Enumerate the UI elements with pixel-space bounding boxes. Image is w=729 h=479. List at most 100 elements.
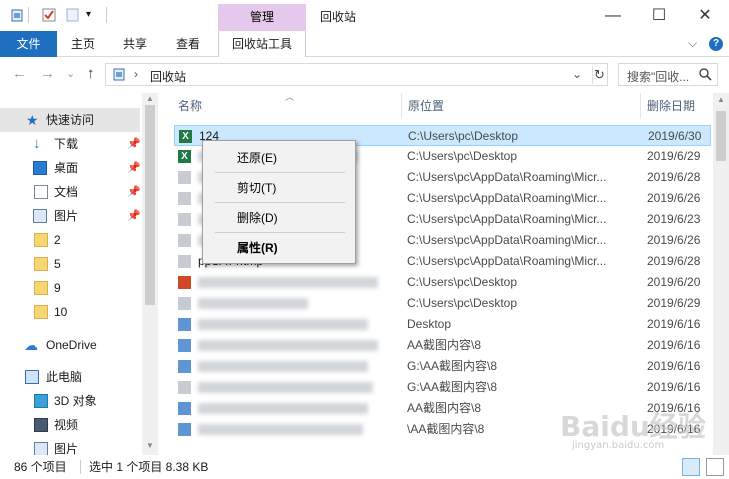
table-row[interactable]: Desktop 2019/6/16 (174, 314, 711, 335)
refresh-icon[interactable]: ↻ (594, 67, 605, 83)
tab-recycle-bin-tools[interactable]: 回收站工具 (218, 31, 306, 57)
original-location: G:\AA截图内容\8 (407, 359, 498, 373)
recent-locations-icon[interactable]: ⌄ (66, 67, 75, 80)
sidebar-item-label: 5 (54, 257, 61, 271)
sidebar-item-onedrive[interactable]: ☁ OneDrive (0, 333, 142, 357)
column-divider[interactable] (401, 93, 402, 119)
scrollbar-thumb[interactable] (716, 111, 726, 161)
sidebar-item-3d-objects[interactable]: 3D 对象 (0, 389, 142, 413)
sidebar-item-documents[interactable]: 文档 📌 (0, 180, 142, 204)
sidebar-item-folder-10[interactable]: 10 (0, 300, 142, 324)
up-arrow-icon[interactable]: ↑ (87, 65, 95, 82)
redacted-file-name (198, 319, 368, 330)
sidebar-item-label: 3D 对象 (54, 394, 97, 408)
customize-toolbar-icon[interactable]: ▾ (86, 8, 100, 22)
back-arrow-icon[interactable]: ← (12, 65, 27, 82)
maximize-button[interactable]: ☐ (636, 0, 682, 31)
address-bar[interactable]: › 回收站 ⌄ ↻ (105, 63, 608, 86)
address-dropdown-icon[interactable]: ⌄ (572, 67, 582, 81)
original-location: C:\Users\pc\AppData\Roaming\Micr... (407, 212, 607, 226)
folder-icon (34, 281, 48, 295)
tab-manage[interactable]: 管理 (218, 4, 306, 31)
file-icon (178, 423, 191, 436)
table-row[interactable]: G:\AA截图内容\8 2019/6/16 (174, 356, 711, 377)
table-row[interactable]: C:\Users\pc\Desktop 2019/6/29 (174, 293, 711, 314)
scroll-up-icon[interactable]: ▲ (146, 94, 154, 103)
pin-icon[interactable]: 📌 (127, 156, 141, 180)
sidebar-item-pc-pictures[interactable]: 图片 (0, 437, 142, 455)
sidebar-item-folder-5[interactable]: 5 (0, 252, 142, 276)
table-row[interactable]: C:\Users\pc\Desktop 2019/6/20 (174, 272, 711, 293)
sidebar-item-quick-access[interactable]: ★ 快速访问 (0, 108, 140, 132)
original-location: Desktop (407, 317, 452, 331)
menu-item-restore[interactable]: 还原(E) (203, 147, 355, 169)
status-bar: 86 个项目 选中 1 个项目 8.38 KB (0, 455, 729, 479)
folder-icon (34, 257, 48, 271)
file-icon (178, 255, 191, 268)
computer-icon (25, 370, 39, 384)
sidebar-item-downloads[interactable]: ↓ 下载 📌 (0, 132, 142, 156)
date-deleted: 2019/6/26 (647, 233, 701, 247)
search-input[interactable]: 搜索"回收... (627, 68, 689, 85)
forward-arrow-icon[interactable]: → (40, 65, 55, 82)
sidebar-item-label: 2 (54, 233, 61, 247)
tab-file[interactable]: 文件 (0, 31, 57, 57)
minimize-button[interactable]: — (590, 0, 636, 31)
divider (106, 7, 107, 23)
file-icon (178, 171, 191, 184)
pin-icon[interactable]: 📌 (127, 204, 141, 228)
column-header-name[interactable]: 名称 (178, 93, 202, 119)
original-location: C:\Users\pc\Desktop (407, 275, 518, 289)
details-view-icon[interactable] (682, 458, 700, 476)
tab-home[interactable]: 主页 (60, 31, 106, 57)
tab-view[interactable]: 查看 (165, 31, 211, 57)
ribbon-collapse-icon[interactable]: ⌵ (688, 36, 697, 51)
sidebar-item-videos[interactable]: 视频 (0, 413, 142, 437)
column-divider[interactable] (640, 93, 641, 119)
column-header-location[interactable]: 原位置 (408, 93, 444, 119)
large-icons-view-icon[interactable] (706, 458, 724, 476)
table-row[interactable]: G:\AA截图内容\8 2019/6/16 (174, 377, 711, 398)
sidebar-item-label: 快速访问 (46, 113, 95, 127)
file-list-scrollbar[interactable]: ▲ (713, 93, 729, 455)
folder-icon (34, 305, 48, 319)
help-icon[interactable]: ? (709, 37, 723, 51)
sidebar-item-folder-9[interactable]: 9 (0, 276, 142, 300)
date-deleted: 2019/6/29 (647, 296, 701, 310)
watermark-url: jingyan.baidu.com (572, 440, 665, 451)
sidebar-item-label: 图片 (54, 442, 79, 455)
sidebar-item-folder-2[interactable]: 2 (0, 228, 142, 252)
scrollbar-thumb[interactable] (145, 105, 155, 305)
scroll-up-icon[interactable]: ▲ (717, 95, 725, 104)
breadcrumb[interactable]: 回收站 (150, 68, 186, 85)
sidebar-item-label: 下载 (54, 137, 79, 151)
menu-item-delete[interactable]: 删除(D) (203, 207, 355, 229)
sidebar-scrollbar[interactable]: ▲ ▼ (142, 93, 158, 455)
search-box[interactable]: 搜索"回收... (618, 63, 718, 86)
menu-divider (215, 202, 345, 203)
scroll-down-icon[interactable]: ▼ (146, 441, 154, 450)
desktop-icon (33, 161, 47, 175)
menu-item-cut[interactable]: 剪切(T) (203, 177, 355, 199)
ribbon-tabs: 文件 主页 共享 查看 回收站工具 ⌵ ? (0, 31, 729, 57)
table-row[interactable]: AA截图内容\8 2019/6/16 (174, 335, 711, 356)
divider (592, 66, 593, 84)
properties-icon[interactable] (42, 8, 56, 22)
close-button[interactable]: ✕ (682, 0, 728, 31)
menu-divider (215, 232, 345, 233)
redacted-file-name (198, 424, 363, 435)
menu-item-properties[interactable]: 属性(R) (203, 237, 355, 259)
pin-icon[interactable]: 📌 (127, 132, 141, 156)
sidebar-item-this-pc[interactable]: 此电脑 (0, 365, 142, 389)
new-folder-icon[interactable] (66, 8, 80, 22)
search-icon[interactable] (699, 68, 712, 81)
divider (28, 7, 29, 23)
date-deleted: 2019/6/16 (647, 317, 701, 331)
pin-icon[interactable]: 📌 (127, 180, 141, 204)
sidebar-item-desktop[interactable]: 桌面 📌 (0, 156, 142, 180)
date-deleted: 2019/6/29 (647, 149, 701, 163)
tab-share[interactable]: 共享 (112, 31, 158, 57)
column-header-date-deleted[interactable]: 删除日期 (647, 93, 695, 119)
sidebar-item-pictures[interactable]: 图片 📌 (0, 204, 142, 228)
breadcrumb-chevron-icon[interactable]: › (134, 67, 138, 81)
